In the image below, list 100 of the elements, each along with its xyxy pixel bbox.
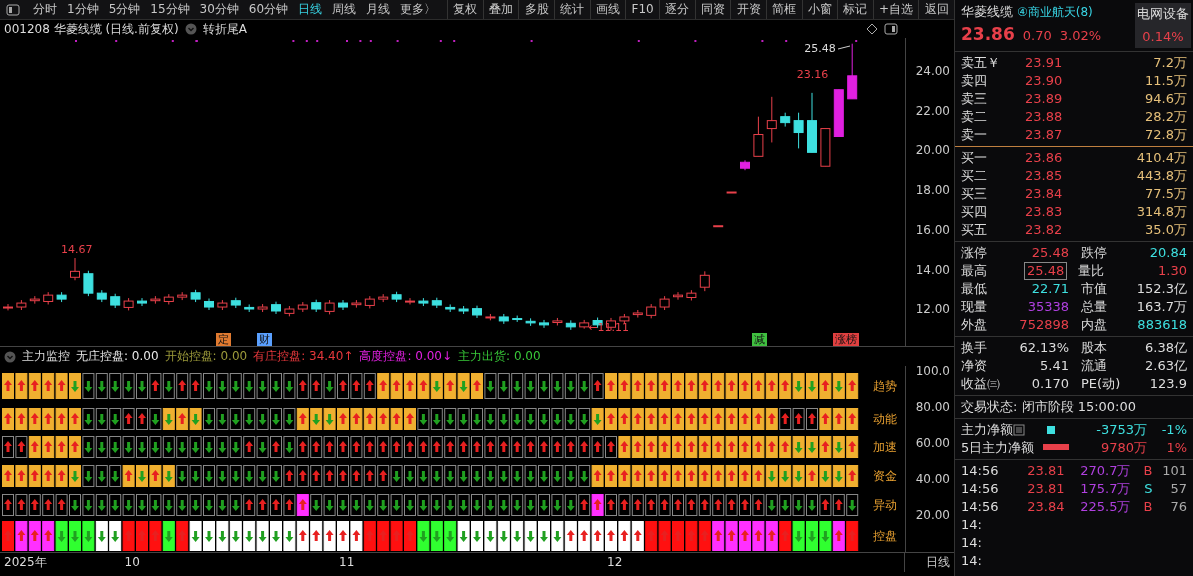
trade-time: 14:56 xyxy=(961,499,999,515)
order-level: 买一 xyxy=(961,150,988,166)
flow-percent: -1% xyxy=(1160,422,1187,438)
trade-amount: 175.7万 xyxy=(1079,481,1131,497)
price-label: 23.16 xyxy=(796,68,829,82)
price-label: 25.48 xyxy=(804,42,836,56)
trade-count: 76 xyxy=(1169,499,1187,515)
toolbar-button[interactable]: 开资 xyxy=(730,0,766,19)
axis-tick-label: 22.00 xyxy=(915,103,950,119)
period-tab[interactable]: 60分钟 xyxy=(243,0,294,19)
signal-row-label: 加速 xyxy=(872,439,898,455)
stat-label: 内盘 xyxy=(1081,317,1108,333)
period-tab[interactable]: 5分钟 xyxy=(103,0,146,19)
toolbar-button[interactable]: 返回 xyxy=(918,0,955,19)
event-tag[interactable]: 财 xyxy=(256,332,272,346)
trade-side: S xyxy=(1143,481,1153,497)
toolbar-button[interactable]: 逐分 xyxy=(659,0,695,19)
toolbar-button[interactable]: 复权 xyxy=(447,0,483,19)
stat-value: 5.41 xyxy=(1039,358,1069,374)
trading-status: 交易状态: 闭市阶段 15:00:00 xyxy=(961,399,1137,415)
trade-time: 14: xyxy=(961,517,982,533)
toolbar-button[interactable]: 同资 xyxy=(694,0,731,19)
indicator-value: 有庄控盘: 34.40↑ xyxy=(253,349,354,364)
price-change: 0.70 xyxy=(1022,27,1052,44)
axis-tick-label: 100.0 xyxy=(915,364,950,379)
signal-row-label: 异动 xyxy=(872,497,898,513)
trade-time: 14: xyxy=(961,535,982,551)
order-level: 卖二 xyxy=(961,109,988,125)
stat-label: 涨停 xyxy=(961,245,988,261)
stat-label: PE(动) xyxy=(1081,376,1122,392)
order-price: 23.87 xyxy=(1025,127,1063,143)
order-volume: 314.8万 xyxy=(1135,204,1187,220)
panel-toggle-icon[interactable] xyxy=(884,23,898,35)
stat-value: 2.63亿 xyxy=(1144,358,1187,374)
period-tab[interactable]: 1分钟 xyxy=(62,0,104,19)
event-tag[interactable]: 定 xyxy=(216,332,232,346)
period-tab[interactable]: 更多〉 xyxy=(395,0,442,19)
stat-label: 最高 xyxy=(961,263,988,279)
period-tab[interactable]: 15分钟 xyxy=(145,0,195,19)
toolbar-button[interactable]: F10 xyxy=(625,0,660,19)
indicator-name: 主力监控 xyxy=(22,349,70,364)
diamond-icon[interactable] xyxy=(866,23,878,35)
indicator-value: 无庄控盘: 0.00 xyxy=(76,349,159,364)
axis-tick-label: 16.00 xyxy=(915,222,950,238)
price-label: 14.67 xyxy=(61,243,93,257)
trade-count: 101 xyxy=(1161,463,1187,479)
period-tab[interactable]: 月线 xyxy=(361,0,396,19)
period-tab[interactable]: 分时 xyxy=(28,0,62,19)
period-tab[interactable]: 周线 xyxy=(327,0,362,19)
order-volume: 77.5万 xyxy=(1144,186,1187,202)
change-percent: 3.02% xyxy=(1059,27,1102,44)
signal-row-label: 趋势 xyxy=(872,378,898,394)
stat-label: 最低 xyxy=(961,281,988,297)
order-volume: 410.4万 xyxy=(1135,150,1187,166)
trade-price: 23.81 xyxy=(1026,463,1065,479)
panel-toggle-icon[interactable] xyxy=(6,4,20,16)
period-tab[interactable]: 日线 xyxy=(293,0,328,19)
toolbar-button[interactable]: +自选 xyxy=(872,0,919,19)
flow-percent: 1% xyxy=(1165,440,1187,456)
axis-tick-label: 18.00 xyxy=(915,183,950,198)
stat-value: 25.48 xyxy=(1025,263,1067,279)
price-label: ←11.11 xyxy=(588,321,629,335)
trade-time: 14: xyxy=(961,553,982,569)
toolbar-button[interactable]: 叠加 xyxy=(482,0,519,19)
sector-link[interactable]: ④商业航天(8) xyxy=(1017,5,1093,20)
stat-label: 流通 xyxy=(1081,358,1108,374)
toolbar-button[interactable]: 统计 xyxy=(554,0,590,19)
period-tab[interactable]: 30分钟 xyxy=(194,0,244,19)
flow-label: 主力净额 xyxy=(961,422,1013,438)
toolbar-button[interactable]: 多股 xyxy=(518,0,554,19)
stat-label: 市值 xyxy=(1081,281,1108,297)
order-price: 23.83 xyxy=(1025,204,1063,220)
stock-name: 华菱线缆 xyxy=(961,4,1013,20)
toolbar-button[interactable]: 画线 xyxy=(589,0,626,19)
chevron-down-icon[interactable] xyxy=(4,350,16,363)
order-price: 23.91 xyxy=(1025,55,1063,71)
chart-title: 001208 华菱线缆 (日线.前复权) xyxy=(4,21,179,37)
list-icon[interactable] xyxy=(1013,424,1025,436)
event-tag[interactable]: 减 xyxy=(752,332,768,346)
trade-price: 23.84 xyxy=(1026,499,1065,515)
order-level: 卖四 xyxy=(961,73,988,89)
stat-label: 外盘 xyxy=(961,317,988,333)
stat-value: 25.48 xyxy=(1030,245,1069,261)
toolbar-button[interactable]: 小窗 xyxy=(801,0,838,19)
event-tag[interactable]: 涨榜 xyxy=(832,332,859,346)
stat-label: 净资 xyxy=(961,358,988,374)
stat-value: 20.84 xyxy=(1148,245,1187,261)
axis-tick-label: 12.00 xyxy=(915,302,950,317)
order-volume: 443.8万 xyxy=(1135,168,1187,184)
flow-value: -3753万 xyxy=(1095,422,1147,438)
order-price: 23.85 xyxy=(1025,168,1063,184)
chevron-down-icon[interactable] xyxy=(184,23,197,35)
axis-tick-label: 20.00 xyxy=(915,143,950,158)
toolbar-button[interactable]: 标记 xyxy=(837,0,873,19)
stat-value: 152.3亿 xyxy=(1135,281,1187,297)
toolbar-button[interactable]: 简框 xyxy=(765,0,802,19)
stat-label: 收益㈢ xyxy=(961,376,1001,392)
industry-card[interactable]: 电网设备 0.14% xyxy=(1135,3,1191,48)
stat-label: 跌停 xyxy=(1081,245,1108,261)
stat-label: 量比 xyxy=(1078,263,1106,279)
